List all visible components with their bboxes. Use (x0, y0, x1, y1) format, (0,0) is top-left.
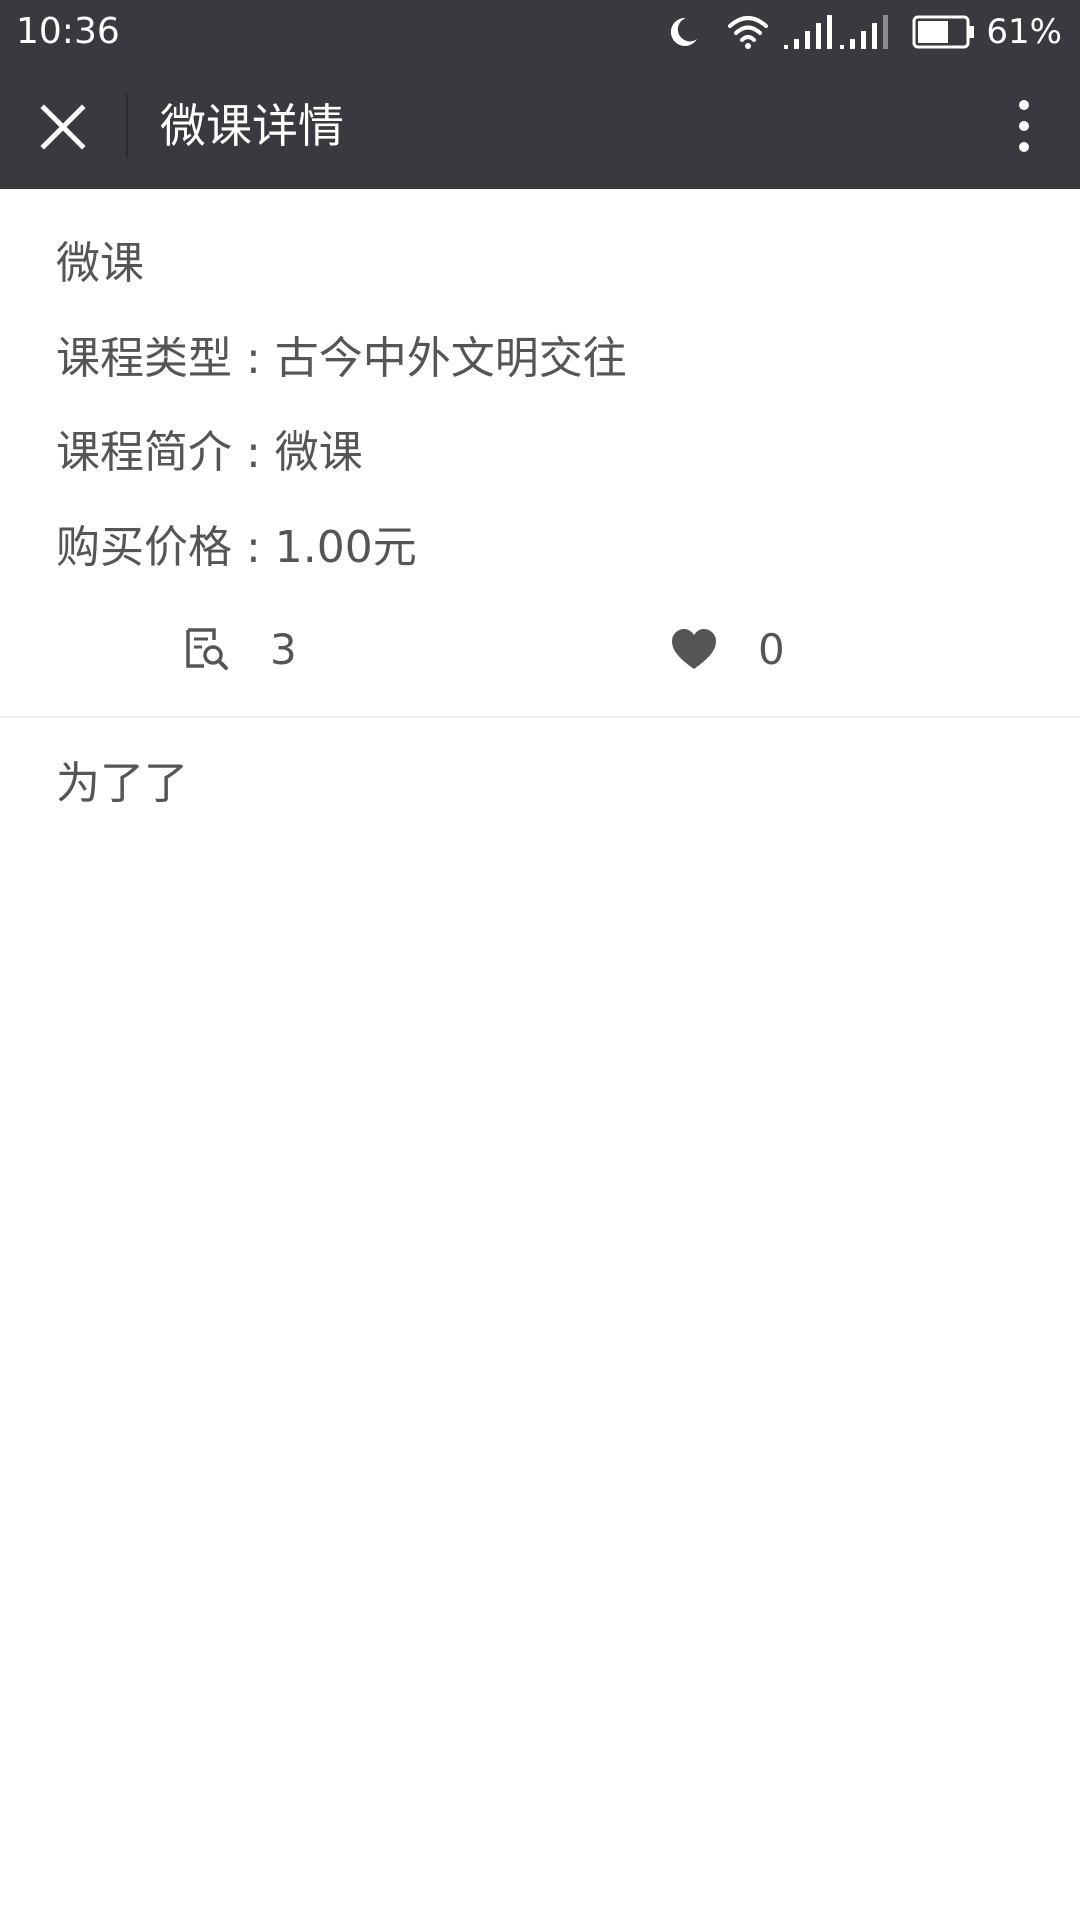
heart-icon[interactable] (670, 627, 718, 671)
course-type: 课程类型 : 古今中外文明交往 (56, 333, 627, 384)
section-divider (0, 716, 1080, 718)
course-body-text: 为了了 (56, 758, 188, 809)
close-icon (40, 104, 86, 150)
course-intro: 课程简介 : 微课 (56, 427, 363, 478)
more-button[interactable] (994, 84, 1054, 168)
likes-stat[interactable]: 0 (670, 609, 785, 689)
status-icons: 61% (666, 8, 1062, 56)
title-divider (126, 94, 128, 158)
battery-icon (912, 15, 976, 49)
page-title: 微课详情 (160, 99, 344, 153)
close-button[interactable] (22, 86, 104, 168)
course-name: 微课 (56, 238, 144, 289)
views-count: 3 (270, 624, 297, 674)
status-time: 10:36 (16, 11, 120, 52)
more-vertical-icon (1019, 100, 1029, 152)
moon-icon (666, 15, 700, 49)
course-price: 购买价格 : 1.00元 (56, 522, 417, 573)
status-bar: 10:36 61% (0, 0, 1080, 64)
battery-percentage: 61% (986, 12, 1062, 52)
title-bar: 微课详情 (0, 64, 1080, 189)
signal-icon (838, 13, 890, 51)
view-count-icon (186, 628, 228, 670)
signal-icon (782, 13, 834, 51)
wifi-icon (726, 14, 770, 50)
stats-row: 3 0 (0, 609, 1080, 689)
likes-count: 0 (758, 624, 785, 674)
views-stat: 3 (184, 609, 297, 689)
